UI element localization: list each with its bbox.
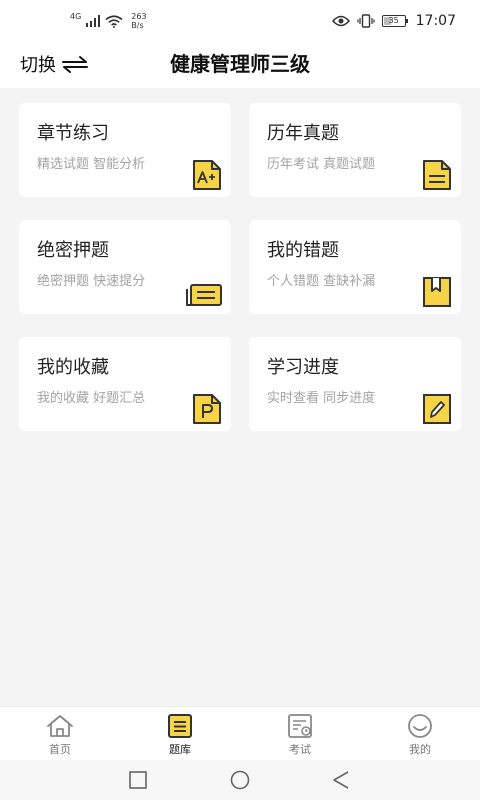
card-title: 绝密押题	[37, 240, 109, 261]
home-circle-icon[interactable]	[229, 770, 251, 790]
tab-question-bank[interactable]: 题库	[120, 707, 240, 761]
switch-label: 切换	[20, 55, 56, 76]
bookmark-book-icon	[423, 277, 451, 307]
card-title: 我的错题	[267, 240, 339, 261]
signal-icon	[86, 15, 101, 27]
card-title: 历年真题	[267, 123, 339, 144]
a-plus-doc-icon	[193, 160, 221, 190]
tab-profile[interactable]: 我的	[360, 707, 480, 761]
card-subtitle: 精选试题 智能分析	[37, 157, 146, 172]
swap-arrows-icon	[62, 56, 88, 73]
card-secret-predictions[interactable]: 绝密押题 绝密押题 快速提分	[19, 220, 231, 314]
card-title: 学习进度	[267, 357, 339, 378]
card-study-progress[interactable]: 学习进度 实时查看 同步进度	[249, 337, 461, 431]
card-title: 章节练习	[37, 123, 109, 144]
tab-exam[interactable]: 考试	[240, 707, 360, 761]
eye-icon	[331, 15, 350, 27]
network-type: 4G	[70, 12, 82, 21]
card-subtitle: 绝密押题 快速提分	[37, 274, 146, 289]
card-subtitle: 历年考试 真题试题	[267, 157, 376, 172]
tab-home[interactable]: 首页	[0, 707, 120, 761]
vibrate-icon	[357, 14, 375, 28]
system-nav-bar	[0, 760, 480, 800]
status-left: 4G 263 B/s	[70, 11, 147, 31]
card-past-exams[interactable]: 历年真题 历年考试 真题试题	[249, 103, 461, 197]
status-time: 17:07	[415, 13, 456, 29]
card-title: 我的收藏	[37, 357, 109, 378]
status-bar: 4G 263 B/s 35 17:07	[0, 0, 480, 40]
switch-button[interactable]: 切换	[20, 50, 88, 78]
home-icon	[47, 715, 73, 737]
exam-icon	[288, 714, 312, 738]
card-subtitle: 实时查看 同步进度	[267, 391, 376, 406]
card-chapter-practice[interactable]: 章节练习 精选试题 智能分析	[19, 103, 231, 197]
tab-bar: 首页 题库 考试 我的	[0, 706, 480, 760]
back-triangle-icon[interactable]	[331, 770, 351, 790]
p-doc-icon	[193, 394, 221, 424]
tab-label: 我的	[409, 743, 431, 756]
card-my-favorites[interactable]: 我的收藏 我的收藏 好题汇总	[19, 337, 231, 431]
tab-label: 首页	[49, 743, 71, 756]
tab-label: 考试	[289, 743, 311, 756]
ticket-icon	[186, 284, 222, 306]
card-my-mistakes[interactable]: 我的错题 个人错题 查缺补漏	[249, 220, 461, 314]
card-subtitle: 个人错题 查缺补漏	[267, 274, 376, 289]
question-bank-icon	[168, 714, 192, 738]
battery-icon: 35	[381, 15, 408, 27]
battery-level: 35	[388, 16, 399, 25]
document-icon	[423, 160, 451, 190]
profile-icon	[408, 714, 432, 738]
card-subtitle: 我的收藏 好题汇总	[37, 391, 146, 406]
speed-value: 263	[131, 12, 147, 21]
tab-label: 题库	[169, 743, 191, 756]
pencil-doc-icon	[423, 394, 451, 424]
network-speed: 263 B/s	[131, 12, 146, 30]
wifi-icon	[105, 14, 123, 28]
recent-apps-icon[interactable]	[128, 770, 148, 790]
page-title: 健康管理师三级	[170, 52, 310, 76]
header: 切换 健康管理师三级	[0, 40, 480, 88]
speed-unit: B/s	[131, 21, 144, 30]
status-right: 35 17:07	[331, 11, 456, 31]
